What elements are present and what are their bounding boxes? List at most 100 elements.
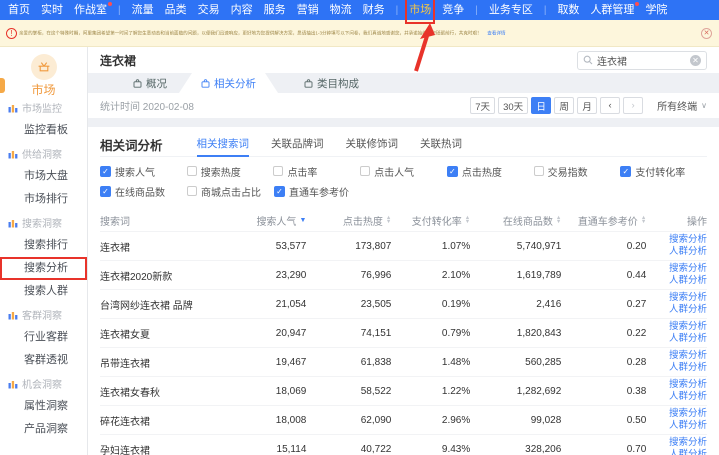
nav-item-8[interactable]: 服务 [264, 0, 286, 20]
value-cell: 5,740,971 [470, 241, 561, 252]
sidebar-item-1-1[interactable]: 市场排行 [0, 188, 87, 211]
value-cell: 1,282,692 [470, 386, 561, 397]
value-cell: 328,206 [470, 444, 561, 455]
analysis-tab-0[interactable]: 相关搜索词 [197, 133, 250, 157]
page-tab-0[interactable]: 概况 [121, 73, 179, 93]
clear-search-icon[interactable]: ✕ [690, 55, 701, 66]
range-button-6[interactable]: › [623, 97, 643, 114]
close-icon[interactable]: ✕ [701, 28, 712, 39]
nav-item-6[interactable]: 交易 [198, 0, 220, 20]
filter-checkbox-0-6[interactable]: ✓支付转化率 [620, 165, 707, 177]
filter-checkbox-0-0[interactable]: ✓搜索人气 [100, 165, 187, 177]
nav-item-18[interactable]: 取数 [557, 0, 579, 20]
nav-item-1[interactable]: 实时 [41, 0, 63, 20]
action-link-1[interactable]: 人群分析 [669, 450, 707, 455]
nav-item-14[interactable]: 竞争 [442, 0, 464, 20]
filter-checkbox-1-2[interactable]: ✓直通车参考价 [274, 185, 361, 197]
nav-item-10[interactable]: 物流 [330, 0, 352, 20]
column-header-2[interactable]: 点击热度▲▼ [306, 213, 391, 228]
sidebar-item-1-0[interactable]: 市场大盘 [0, 165, 87, 188]
sidebar-item-3-1[interactable]: 客群透视 [0, 349, 87, 372]
notice-detail-link[interactable]: 查看详情 [487, 30, 505, 35]
range-button-1[interactable]: 30天 [498, 97, 528, 114]
analysis-tab-3[interactable]: 关联热词 [420, 133, 462, 157]
sidebar-handle[interactable] [0, 78, 5, 93]
range-button-2[interactable]: 日 [531, 97, 551, 114]
nav-item-7[interactable]: 内容 [231, 0, 253, 20]
sidebar-item-2-0[interactable]: 搜索排行 [0, 234, 87, 257]
value-cell: 61,838 [306, 357, 391, 368]
range-button-5[interactable]: ‹ [600, 97, 620, 114]
action-link-0[interactable]: 搜索分析 [669, 351, 707, 362]
filter-checkbox-0-3[interactable]: 点击人气 [360, 165, 447, 177]
action-link-1[interactable]: 人群分析 [669, 363, 707, 374]
nav-item-20[interactable]: 学院 [645, 0, 667, 20]
page-tab-2[interactable]: 类目构成 [292, 73, 371, 93]
action-link-0[interactable]: 搜索分析 [669, 438, 707, 449]
action-link-1[interactable]: 人群分析 [669, 421, 707, 432]
column-label: 搜索人气 [256, 213, 296, 228]
range-button-0[interactable]: 7天 [470, 97, 495, 114]
action-link-0[interactable]: 搜索分析 [669, 264, 707, 275]
nav-item-9[interactable]: 营销 [297, 0, 319, 20]
column-header-5[interactable]: 直通车参考价▲▼ [561, 213, 646, 228]
page-tab-1[interactable]: 相关分析 [179, 73, 278, 93]
filter-checkbox-0-2[interactable]: 点击率 [273, 165, 360, 177]
action-link-1[interactable]: 人群分析 [669, 247, 707, 258]
table-row-0: 连衣裙53,577173,8071.07%5,740,9710.20搜索分析人群… [100, 231, 707, 260]
action-link-0[interactable]: 搜索分析 [669, 235, 707, 246]
nav-item-13[interactable]: 市场 [409, 0, 431, 20]
nav-item-16[interactable]: 业务专区 [489, 0, 533, 20]
nav-item-5[interactable]: 品类 [165, 0, 187, 20]
spacer [88, 118, 719, 127]
nav-item-4[interactable]: 流量 [132, 0, 154, 20]
sidebar-section-label: 搜索洞察 [22, 215, 62, 230]
range-button-4[interactable]: 月 [577, 97, 597, 114]
sidebar-item-4-1[interactable]: 产品洞察 [0, 418, 87, 441]
column-header-1[interactable]: 搜索人气▼ [227, 213, 306, 228]
column-label: 直通车参考价 [578, 213, 638, 228]
nav-item-19[interactable]: 人群管理 [590, 0, 634, 20]
filter-label: 商城点击占比 [201, 184, 261, 199]
terminal-dropdown[interactable]: 所有终端 ∨ [657, 98, 707, 113]
action-link-0[interactable]: 搜索分析 [669, 293, 707, 304]
action-link-0[interactable]: 搜索分析 [669, 322, 707, 333]
app-body: 市场 市场监控监控看板供给洞察市场大盘市场排行搜索洞察搜索排行搜索分析搜索人群客… [0, 47, 719, 455]
table-row-7: 孕妇连衣裙15,11440,7229.43%328,2060.70搜索分析人群分… [100, 434, 707, 455]
sidebar-item-2-1[interactable]: 搜索分析 [0, 257, 87, 280]
nav-item-2[interactable]: 作战室 [74, 0, 107, 20]
column-header-3[interactable]: 支付转化率▲▼ [391, 213, 470, 228]
action-link-1[interactable]: 人群分析 [669, 392, 707, 403]
search-input[interactable] [597, 55, 686, 66]
analysis-tab-2[interactable]: 关联修饰词 [346, 133, 399, 157]
action-link-1[interactable]: 人群分析 [669, 305, 707, 316]
filter-checkbox-1-0[interactable]: ✓在线商品数 [100, 185, 187, 197]
filter-checkbox-1-1[interactable]: 商城点击占比 [187, 185, 274, 197]
filter-label: 搜索热度 [201, 164, 241, 179]
action-link-1[interactable]: 人群分析 [669, 334, 707, 345]
sidebar-item-0-0[interactable]: 监控看板 [0, 119, 87, 142]
column-header-6: 操作 [646, 213, 707, 228]
range-button-3[interactable]: 周 [554, 97, 574, 114]
table-row-6: 碎花连衣裙18,00862,0902.96%99,0280.50搜索分析人群分析 [100, 405, 707, 434]
action-link-0[interactable]: 搜索分析 [669, 409, 707, 420]
checkbox-checked-icon: ✓ [100, 186, 111, 197]
sidebar-item-2-2[interactable]: 搜索人群 [0, 280, 87, 303]
column-header-4[interactable]: 在线商品数▲▼ [470, 213, 561, 228]
checkbox-unchecked-icon [360, 166, 370, 176]
keyword-cell: 连衣裙 [100, 239, 227, 254]
nav-item-11[interactable]: 财务 [363, 0, 385, 20]
sidebar-item-3-0[interactable]: 行业客群 [0, 326, 87, 349]
filter-checkbox-0-5[interactable]: 交易指数 [534, 165, 621, 177]
actions-cell: 搜索分析人群分析 [646, 351, 707, 374]
actions-cell: 搜索分析人群分析 [646, 438, 707, 455]
analysis-tab-1[interactable]: 关联品牌词 [271, 133, 324, 157]
filter-checkbox-0-4[interactable]: ✓点击热度 [447, 165, 534, 177]
keyword-search-box[interactable]: ✕ [577, 51, 707, 70]
value-cell: 21,054 [227, 299, 306, 310]
nav-item-0[interactable]: 首页 [8, 0, 30, 20]
sidebar-item-4-0[interactable]: 属性洞察 [0, 395, 87, 418]
action-link-1[interactable]: 人群分析 [669, 276, 707, 287]
action-link-0[interactable]: 搜索分析 [669, 380, 707, 391]
filter-checkbox-0-1[interactable]: 搜索热度 [187, 165, 274, 177]
